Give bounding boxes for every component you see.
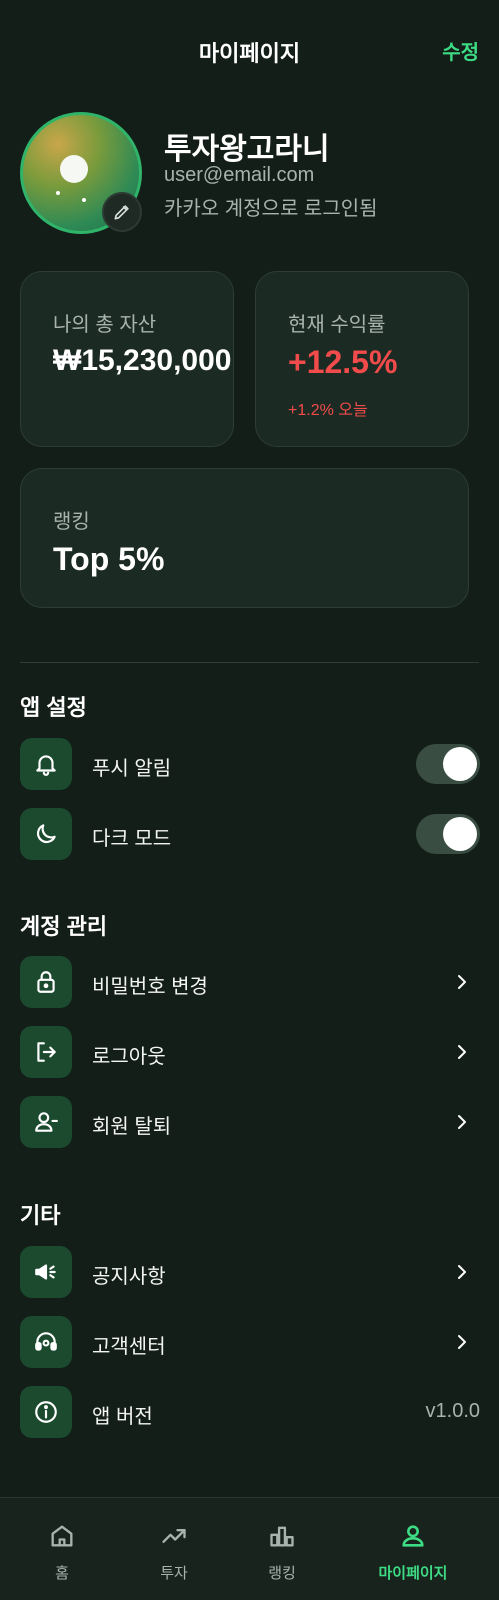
megaphone-icon — [35, 1264, 56, 1280]
avatar-edit-button[interactable] — [102, 192, 142, 232]
push-notification-toggle[interactable] — [416, 744, 480, 784]
customer-center-row[interactable]: 고객센터 — [20, 1316, 480, 1368]
bar-chart-icon — [270, 1526, 294, 1547]
ranking-card: 랭킹 Top 5% — [20, 468, 469, 608]
moon-icon — [36, 824, 56, 844]
chevron-right-icon — [458, 1265, 466, 1279]
section-divider — [20, 662, 479, 663]
app-settings-title: 앱 설정 — [20, 695, 87, 720]
nav-mypage[interactable]: 마이페이지 — [351, 1498, 475, 1600]
edit-button[interactable]: 수정 — [442, 36, 479, 65]
dark-mode-toggle[interactable] — [416, 814, 480, 854]
account-management-title: 계정 관리 — [20, 914, 108, 939]
dark-mode-label: 다크 모드 — [92, 828, 172, 850]
headset-icon — [35, 1332, 57, 1351]
return-rate-value: +12.5% — [288, 344, 398, 380]
chevron-right-icon — [458, 1335, 466, 1349]
page-title: 마이페이지 — [198, 41, 301, 66]
total-assets-card: 나의 총 자산 ₩15,230,000 — [20, 271, 234, 447]
chevron-right-icon — [458, 1115, 466, 1129]
pencil-icon — [114, 205, 129, 220]
profile-name: 투자왕고라니 — [164, 133, 330, 166]
nav-invest[interactable]: 투자 — [112, 1498, 236, 1600]
profile-email: user@email.com — [164, 164, 315, 186]
app-version-label: 앱 버전 — [92, 1406, 153, 1428]
bottom-navigation: 홈 투자 랭킹 마이페이지 — [0, 1497, 499, 1600]
profile-section: 투자왕고라니 user@email.com 카카오 계정으로 로그인됨 — [20, 112, 480, 236]
nav-home[interactable]: 홈 — [0, 1498, 124, 1600]
lock-icon — [37, 971, 55, 993]
customer-center-label: 고객센터 — [92, 1336, 166, 1358]
dark-mode-row: 다크 모드 — [20, 808, 480, 860]
user-icon — [402, 1525, 424, 1547]
nav-ranking[interactable]: 랭킹 — [220, 1498, 344, 1600]
app-version-value: v1.0.0 — [425, 1400, 480, 1422]
nav-home-label: 홈 — [55, 1565, 69, 1582]
app-version-row: 앱 버전 v1.0.0 — [20, 1386, 480, 1438]
logout-icon — [37, 1042, 56, 1062]
ranking-label: 랭킹 — [53, 511, 90, 533]
total-assets-label: 나의 총 자산 — [53, 314, 157, 336]
bell-icon — [36, 755, 56, 776]
push-notification-row: 푸시 알림 — [20, 738, 480, 790]
ranking-value: Top 5% — [53, 541, 165, 577]
return-rate-today: +1.2% 오늘 — [288, 402, 368, 419]
chevron-right-icon — [458, 975, 466, 989]
change-password-label: 비밀번호 변경 — [92, 976, 208, 998]
trending-up-icon — [162, 1529, 186, 1543]
login-status: 카카오 계정으로 로그인됨 — [164, 198, 378, 220]
user-minus-icon — [35, 1112, 58, 1132]
change-password-row[interactable]: 비밀번호 변경 — [20, 956, 480, 1008]
etc-title: 기타 — [20, 1203, 61, 1228]
logout-label: 로그아웃 — [92, 1046, 166, 1068]
nav-mypage-label: 마이페이지 — [378, 1565, 448, 1582]
logout-row[interactable]: 로그아웃 — [20, 1026, 480, 1078]
notice-label: 공지사항 — [92, 1266, 166, 1288]
nav-ranking-label: 랭킹 — [268, 1565, 296, 1582]
home-icon — [51, 1525, 73, 1547]
total-assets-value: ₩15,230,000 — [53, 344, 232, 377]
chevron-right-icon — [458, 1045, 466, 1059]
app-header: 마이페이지 수정 — [0, 0, 499, 100]
return-rate-label: 현재 수익률 — [288, 314, 386, 336]
push-notification-label: 푸시 알림 — [92, 758, 172, 780]
info-icon — [35, 1401, 57, 1423]
delete-account-label: 회원 탈퇴 — [92, 1116, 172, 1138]
delete-account-row[interactable]: 회원 탈퇴 — [20, 1096, 480, 1148]
return-rate-card: 현재 수익률 +12.5% +1.2% 오늘 — [255, 271, 469, 447]
notice-row[interactable]: 공지사항 — [20, 1246, 480, 1298]
nav-invest-label: 투자 — [160, 1565, 188, 1582]
